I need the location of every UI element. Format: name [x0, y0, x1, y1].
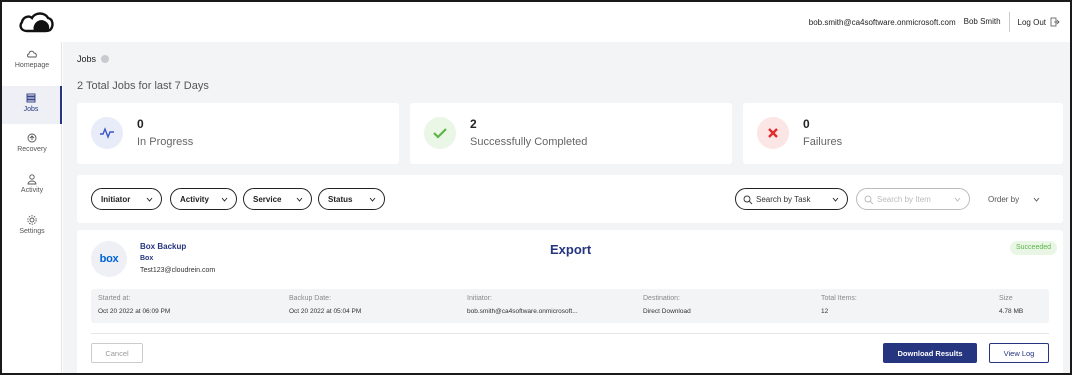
- detail-label: Destination:: [643, 295, 680, 302]
- detail-started: Started at: Oct 20 2022 at 06:09 PM: [98, 295, 170, 315]
- stat-label: Successfully Completed: [470, 136, 588, 148]
- job-account: Test123@cloudrein.com: [140, 267, 216, 274]
- detail-initiator: Initiator: bob.smith@ca4software.onmicro…: [467, 295, 578, 315]
- job-details: Started at: Oct 20 2022 at 06:09 PM Back…: [91, 289, 1049, 323]
- job-type: Export: [550, 242, 592, 257]
- service-filter[interactable]: Service: [243, 188, 312, 210]
- gear-icon: [27, 215, 37, 225]
- user-email: bob.smith@ca4software.onmicrosoft.com: [808, 17, 956, 27]
- cancel-button[interactable]: Cancel: [91, 343, 143, 363]
- chevron-down-icon: [832, 197, 839, 202]
- stat-label: In Progress: [137, 136, 194, 148]
- detail-value: 12: [821, 308, 829, 315]
- stat-value: 0: [803, 117, 810, 131]
- stat-value: 2: [470, 117, 477, 131]
- recovery-icon: [27, 133, 37, 143]
- user-area: bob.smith@ca4software.onmicrosoft.com Bo…: [809, 2, 1060, 42]
- page-subtitle: 2 Total Jobs for last 7 Days: [77, 80, 209, 92]
- logout-label: Log Out: [1017, 17, 1046, 27]
- detail-label: Initiator:: [467, 295, 492, 302]
- search-icon: [864, 195, 874, 205]
- sidebar-item-recovery[interactable]: Recovery: [2, 132, 62, 170]
- x-icon: [757, 117, 789, 149]
- status-filter-label: Status: [328, 194, 353, 204]
- box-logo-text: box: [99, 253, 119, 265]
- chevron-down-icon: [1033, 197, 1040, 202]
- order-by-dropdown[interactable]: Order by: [988, 188, 1040, 210]
- pulse-icon: [91, 117, 123, 149]
- info-icon[interactable]: [101, 55, 110, 63]
- detail-label: Total Items:: [821, 295, 857, 302]
- chevron-down-icon: [369, 197, 376, 202]
- sidebar: Homepage Jobs Recovery Activity Settings: [2, 42, 62, 373]
- detail-label: Started at:: [98, 295, 131, 302]
- page-title-text: Jobs: [77, 54, 97, 64]
- cloud-icon: [27, 50, 37, 58]
- logout-button[interactable]: Log Out: [1018, 17, 1060, 27]
- stat-card-failures[interactable]: 0 Failures: [743, 103, 1063, 164]
- sidebar-item-label: Settings: [19, 228, 45, 235]
- detail-destination: Destination: Direct Download: [643, 295, 691, 315]
- filter-bar: Initiator Activity Service Status Search…: [77, 175, 1063, 223]
- detail-value: Direct Download: [643, 308, 691, 315]
- jobs-icon: [26, 93, 36, 103]
- activity-filter-label: Activity: [180, 194, 209, 204]
- detail-value: 4.78 MB: [999, 308, 1024, 315]
- initiator-filter[interactable]: Initiator: [91, 188, 162, 210]
- search-by-item-input[interactable]: Search by Item: [856, 188, 970, 210]
- chevron-down-icon: [221, 197, 228, 202]
- status-badge: Succeeded: [1010, 241, 1058, 255]
- check-icon: [424, 117, 456, 149]
- sidebar-item-settings[interactable]: Settings: [2, 214, 62, 252]
- user-icon: [27, 174, 37, 185]
- page-title: Jobs: [77, 54, 110, 64]
- search-by-task-placeholder: Search by Task: [756, 194, 811, 204]
- search-by-task-input[interactable]: Search by Task: [735, 188, 848, 210]
- stat-card-in-progress[interactable]: 0 In Progress: [77, 103, 399, 164]
- order-by-label: Order by: [988, 194, 1020, 204]
- top-bar: bob.smith@ca4software.onmicrosoft.com Bo…: [2, 2, 1070, 42]
- status-filter[interactable]: Status: [318, 188, 385, 210]
- activity-filter[interactable]: Activity: [170, 188, 237, 210]
- detail-label: Size: [999, 295, 1013, 302]
- chevron-down-icon: [146, 197, 153, 202]
- sidebar-item-jobs[interactable]: Jobs: [2, 86, 62, 124]
- download-results-button[interactable]: Download Results: [883, 343, 977, 363]
- search-icon: [743, 195, 753, 205]
- sidebar-item-label: Recovery: [17, 146, 47, 153]
- divider: [91, 333, 1049, 334]
- stat-value: 0: [137, 117, 144, 131]
- main-content: Jobs 2 Total Jobs for last 7 Days 0 In P…: [63, 42, 1070, 373]
- sidebar-item-homepage[interactable]: Homepage: [2, 48, 62, 86]
- logout-icon: [1050, 17, 1060, 27]
- detail-total-items: Total Items: 12: [821, 295, 857, 315]
- view-log-button[interactable]: View Log: [989, 343, 1049, 363]
- chevron-down-icon: [954, 197, 961, 202]
- job-card[interactable]: box Box Backup Box Test123@cloudrein.com…: [77, 230, 1063, 373]
- sidebar-item-label: Jobs: [23, 106, 39, 113]
- detail-backup-date: Backup Date: Oct 20 2022 at 05:04 PM: [289, 295, 361, 315]
- box-logo-icon: box: [91, 241, 127, 277]
- sidebar-item-activity[interactable]: Activity: [2, 173, 62, 211]
- sidebar-item-label: Homepage: [14, 62, 50, 69]
- service-filter-label: Service: [253, 194, 282, 204]
- detail-value: bob.smith@ca4software.onmicrosoft...: [467, 308, 578, 315]
- detail-label: Backup Date:: [289, 295, 332, 302]
- search-by-item-placeholder: Search by Item: [877, 194, 931, 204]
- job-name: Box Backup: [140, 242, 187, 251]
- detail-value: Oct 20 2022 at 06:09 PM: [98, 308, 171, 315]
- stat-label: Failures: [803, 136, 843, 148]
- stat-card-completed[interactable]: 2 Successfully Completed: [410, 103, 732, 164]
- detail-size: Size 4.78 MB: [999, 295, 1023, 315]
- sidebar-item-label: Activity: [20, 187, 44, 194]
- chevron-down-icon: [296, 197, 303, 202]
- cloud-logo-icon[interactable]: [18, 11, 54, 33]
- detail-value: Oct 20 2022 at 05:04 PM: [289, 308, 362, 315]
- job-service: Box: [140, 255, 154, 262]
- user-name[interactable]: Bob Smith: [964, 12, 1010, 32]
- initiator-filter-label: Initiator: [101, 194, 131, 204]
- app-window: bob.smith@ca4software.onmicrosoft.com Bo…: [0, 0, 1072, 375]
